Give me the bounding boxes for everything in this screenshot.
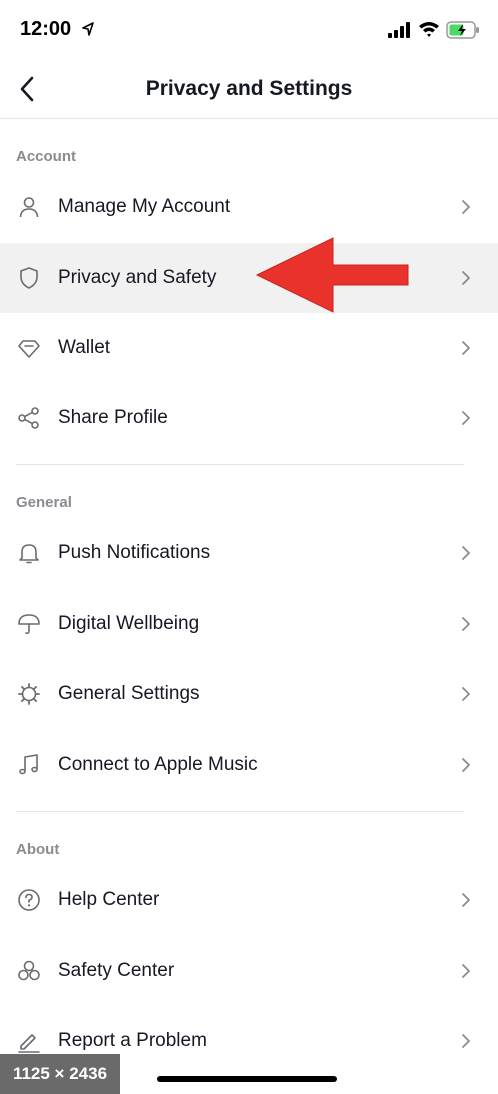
section-label-account: Account (16, 148, 76, 165)
menu-item-label: Safety Center (58, 960, 175, 981)
chevron-right-icon (462, 271, 470, 285)
menu-item-privacy-and-safety[interactable]: Privacy and Safety (0, 243, 498, 313)
chevron-right-icon (462, 341, 470, 355)
chevron-right-icon (462, 893, 470, 907)
section-divider (16, 811, 464, 812)
menu-item-label: Privacy and Safety (58, 267, 217, 288)
navigation-bar: Privacy and Settings (0, 60, 498, 119)
menu-item-help-center[interactable]: Help Center (0, 865, 498, 935)
location-arrow-icon (82, 22, 94, 36)
safety-center-icon (18, 960, 40, 981)
section-label-about: About (16, 841, 60, 858)
menu-item-label: Share Profile (58, 407, 168, 428)
menu-item-share-profile[interactable]: Share Profile (0, 383, 498, 453)
diamond-icon (18, 340, 40, 358)
menu-item-connect-to-apple-music[interactable]: Connect to Apple Music (0, 730, 498, 800)
chevron-right-icon (462, 617, 470, 631)
annotation-arrow-icon (255, 237, 409, 313)
person-icon (19, 197, 39, 218)
image-dimensions-badge: 1125 × 2436 (0, 1054, 120, 1094)
menu-item-label: Report a Problem (58, 1030, 207, 1051)
menu-item-push-notifications[interactable]: Push Notifications (0, 518, 498, 588)
chevron-right-icon (462, 758, 470, 772)
question-circle-icon (18, 889, 40, 911)
pencil-icon (18, 1034, 40, 1053)
status-bar: 12:00 (0, 0, 498, 60)
menu-item-label: Manage My Account (58, 196, 231, 217)
home-indicator (157, 1076, 337, 1082)
battery-charging-icon (446, 21, 479, 39)
shield-icon (20, 267, 38, 289)
menu-item-label: Push Notifications (58, 542, 211, 563)
share-icon (18, 407, 39, 429)
menu-item-label: General Settings (58, 683, 200, 704)
menu-item-digital-wellbeing[interactable]: Digital Wellbeing (0, 589, 498, 659)
menu-item-general-settings[interactable]: General Settings (0, 659, 498, 729)
cellular-signal-icon (388, 22, 410, 38)
menu-item-label: Connect to Apple Music (58, 754, 258, 775)
chevron-right-icon (462, 546, 470, 560)
wifi-icon (419, 22, 439, 37)
bell-icon (19, 544, 39, 564)
music-note-icon (19, 754, 38, 775)
menu-item-manage-my-account[interactable]: Manage My Account (0, 172, 498, 242)
menu-item-label: Help Center (58, 889, 160, 910)
chevron-right-icon (462, 687, 470, 701)
chevron-right-icon (462, 964, 470, 978)
page-title: Privacy and Settings (145, 77, 353, 100)
chevron-right-icon (462, 1034, 470, 1048)
umbrella-icon (18, 614, 40, 635)
menu-item-wallet[interactable]: Wallet (0, 313, 498, 383)
menu-item-safety-center[interactable]: Safety Center (0, 936, 498, 1006)
gear-icon (18, 683, 40, 705)
menu-item-label: Wallet (58, 337, 111, 358)
chevron-right-icon (462, 200, 470, 214)
chevron-right-icon (462, 411, 470, 425)
section-label-general: General (16, 494, 72, 511)
menu-item-label: Digital Wellbeing (58, 613, 200, 634)
status-time: 12:00 (20, 18, 72, 40)
section-divider (16, 464, 464, 465)
